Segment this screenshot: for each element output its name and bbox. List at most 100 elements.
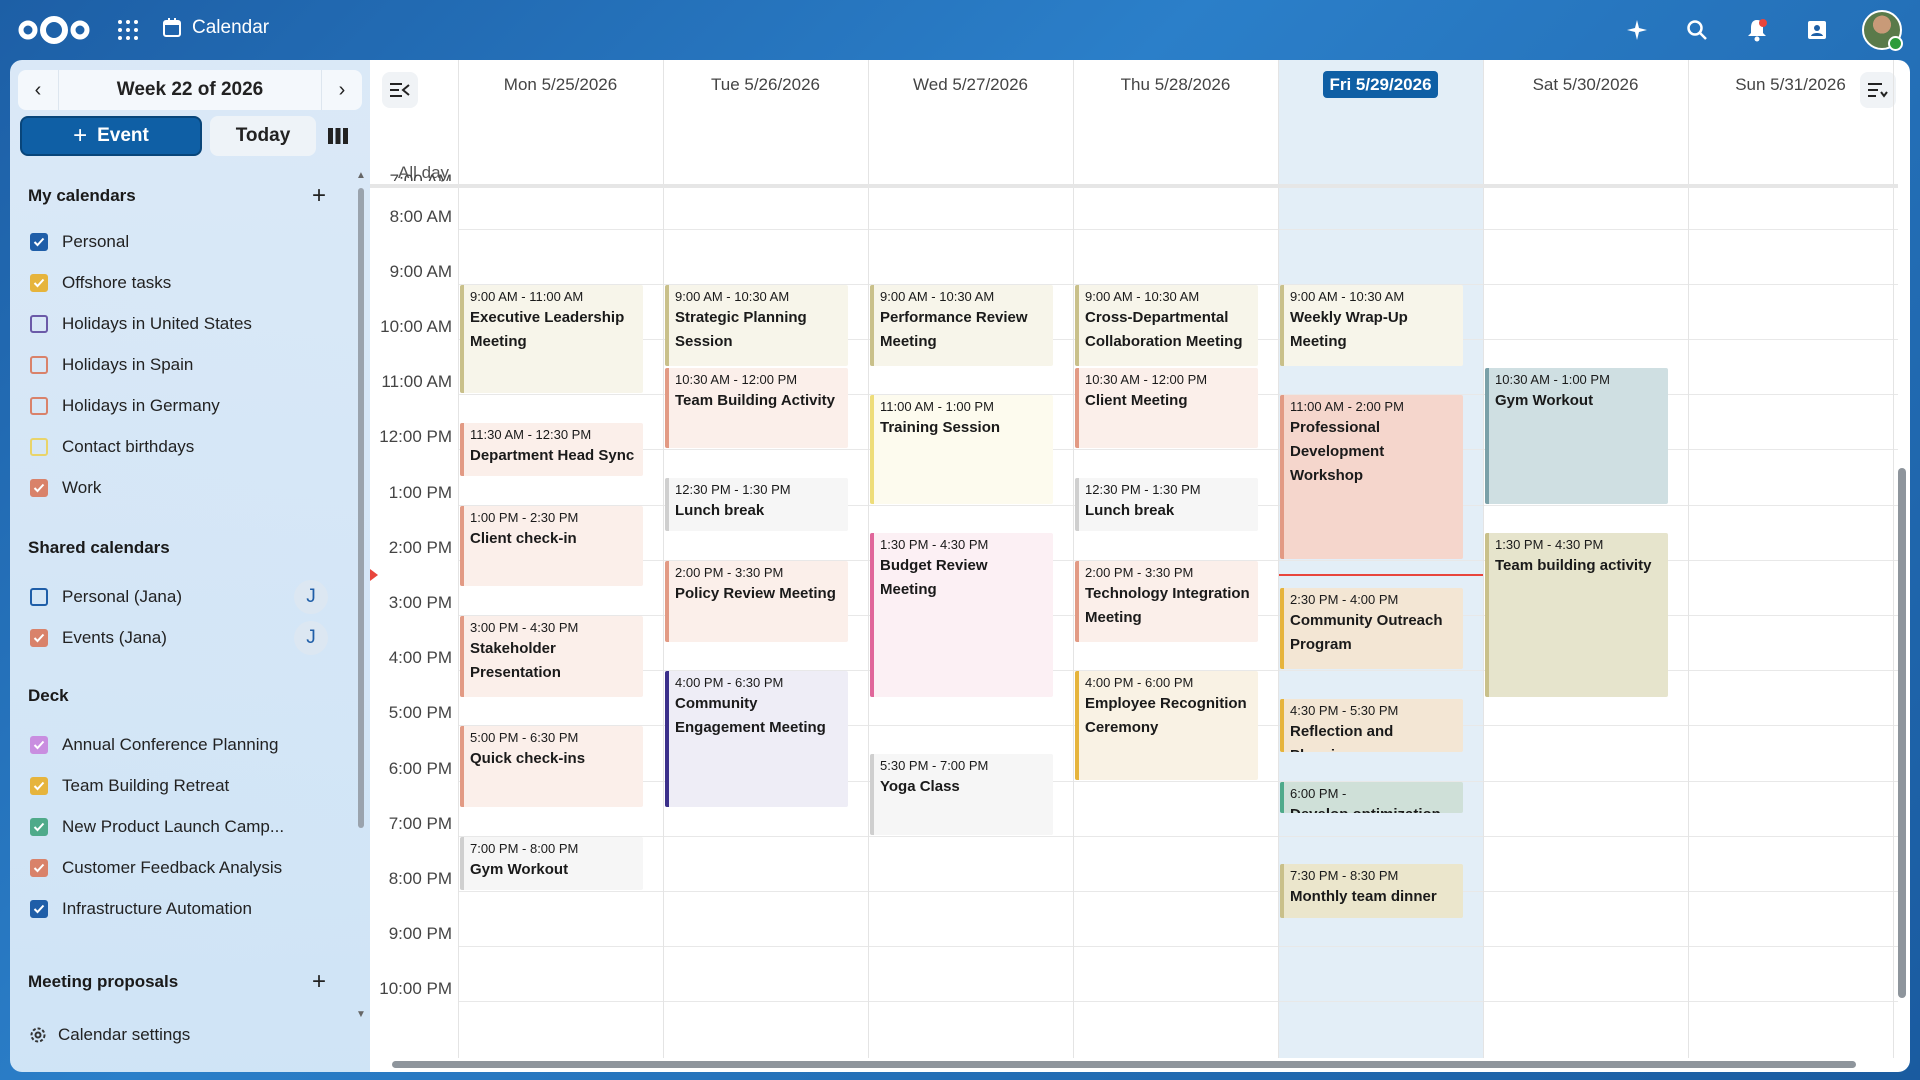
new-event-button[interactable]: + Event xyxy=(20,116,202,156)
checkbox[interactable] xyxy=(30,900,48,918)
today-button[interactable]: Today xyxy=(210,116,316,156)
deck-item-annual-conference-planning[interactable]: Annual Conference Planning xyxy=(30,730,278,760)
event-monthly-team-dinner[interactable]: 7:30 PM - 8:30 PM Monthly team dinner xyxy=(1280,864,1463,918)
previous-week-button[interactable]: ‹ xyxy=(18,70,58,110)
checkbox[interactable] xyxy=(30,438,48,456)
event-department-head-sync[interactable]: 11:30 AM - 12:30 PM Department Head Sync xyxy=(460,422,643,477)
event-performance-review-meeting[interactable]: 9:00 AM - 10:30 AM Performance Review Mee… xyxy=(870,284,1053,366)
event-employee-recognition-ceremony[interactable]: 4:00 PM - 6:00 PM Employee Recognition Ce… xyxy=(1075,671,1258,780)
nextcloud-logo-icon[interactable] xyxy=(16,12,92,48)
event-community-engagement-meeting[interactable]: 4:00 PM - 6:30 PM Community Engagement Me… xyxy=(665,671,848,808)
event-lunch-break[interactable]: 12:30 PM - 1:30 PM Lunch break xyxy=(1075,478,1258,532)
shared-owner-avatar[interactable]: J xyxy=(294,580,328,614)
event-strategic-planning-session[interactable]: 9:00 AM - 10:30 AM Strategic Planning Ses… xyxy=(665,284,848,366)
time-grid[interactable]: 8:00 AM 9:00 AM 10:00 AM 11:00 AM 12:00 PM 1:… xyxy=(370,171,1898,1058)
event-lunch-break[interactable]: 12:30 PM - 1:30 PM Lunch break xyxy=(665,478,848,532)
toggle-sidebar-button[interactable] xyxy=(382,72,418,108)
event-community-outreach-program[interactable]: 2:30 PM - 4:00 PM Community Outreach Prog… xyxy=(1280,588,1463,670)
sidebar-scrollbar[interactable]: ▲ ▼ xyxy=(356,170,366,1020)
event-weekly-wrap-up-meeting[interactable]: 9:00 AM - 10:30 AM Weekly Wrap-Up Meeting xyxy=(1280,284,1463,366)
event-stakeholder-presentation[interactable]: 3:00 PM - 4:30 PM Stakeholder Presentatio… xyxy=(460,616,643,697)
checkbox[interactable] xyxy=(30,818,48,836)
scroll-down-icon[interactable]: ▼ xyxy=(356,1009,366,1020)
deck-item-infrastructure-automation[interactable]: Infrastructure Automation xyxy=(30,894,252,924)
app-title[interactable]: Calendar xyxy=(162,17,269,39)
shared-calendar-item-events-jana[interactable]: Events (Jana) xyxy=(30,623,167,653)
deck-heading[interactable]: Deck xyxy=(28,686,69,706)
checkbox[interactable] xyxy=(30,479,48,497)
checkbox[interactable] xyxy=(30,859,48,877)
checkbox[interactable] xyxy=(30,588,48,606)
time-label: 2:00 PM xyxy=(388,537,452,557)
checkbox[interactable] xyxy=(30,233,48,251)
my-calendar-item-contact-birthdays[interactable]: Contact birthdays xyxy=(30,432,194,462)
add-calendar-button[interactable]: + xyxy=(312,184,326,208)
day-header-0[interactable]: Mon 5/25/2026 xyxy=(458,60,663,110)
my-calendar-item-offshore-tasks[interactable]: Offshore tasks xyxy=(30,268,171,298)
calendar-settings-button[interactable]: Calendar settings xyxy=(28,1025,190,1045)
calendar-horizontal-scrollbar[interactable] xyxy=(374,1058,1894,1070)
event-team-building-activity[interactable]: 10:30 AM - 12:00 PM Team Building Activit… xyxy=(665,367,848,449)
event-technology-integration-meeting[interactable]: 2:00 PM - 3:30 PM Technology Integration … xyxy=(1075,560,1258,642)
next-week-button[interactable]: › xyxy=(322,70,362,110)
checkbox[interactable] xyxy=(30,356,48,374)
event-client-meeting[interactable]: 10:30 AM - 12:00 PM Client Meeting xyxy=(1075,367,1258,449)
checkbox[interactable] xyxy=(30,397,48,415)
event-budget-review-meeting[interactable]: 1:30 PM - 4:30 PM Budget Review Meeting xyxy=(870,533,1053,697)
shared-owner-avatar[interactable]: J xyxy=(294,621,328,655)
day-header-1[interactable]: Tue 5/26/2026 xyxy=(663,60,868,110)
my-calendar-item-holidays-in-united-states[interactable]: Holidays in United States xyxy=(30,309,252,339)
week-label[interactable]: Week 22 of 2026 xyxy=(58,70,322,110)
scroll-up-icon[interactable]: ▲ xyxy=(356,170,366,181)
day-header-4[interactable]: Fri 5/29/2026 xyxy=(1278,60,1483,110)
event-gym-workout[interactable]: 7:00 PM - 8:00 PM Gym Workout xyxy=(460,836,643,891)
day-header-5[interactable]: Sat 5/30/2026 xyxy=(1483,60,1688,110)
event-policy-review-meeting[interactable]: 2:00 PM - 3:30 PM Policy Review Meeting xyxy=(665,560,848,642)
my-calendars-heading[interactable]: My calendars xyxy=(28,186,136,206)
deck-item-new-product-launch-camp[interactable]: New Product Launch Camp... xyxy=(30,812,284,842)
deck-item-label: Team Building Retreat xyxy=(62,776,230,795)
deck-item-customer-feedback-analysis[interactable]: Customer Feedback Analysis xyxy=(30,853,282,883)
day-header-2[interactable]: Wed 5/27/2026 xyxy=(868,60,1073,110)
event-training-session[interactable]: 11:00 AM - 1:00 PM Training Session xyxy=(870,395,1053,504)
my-calendar-item-personal[interactable]: Personal xyxy=(30,227,129,257)
event-team-building-activity[interactable]: 1:30 PM - 4:30 PM Team building activity xyxy=(1485,533,1668,697)
event-reflection-and-planning[interactable]: 4:30 PM - 5:30 PM Reflection and Planning xyxy=(1280,698,1463,753)
notifications-bell-icon[interactable] xyxy=(1742,15,1772,45)
event-client-check-in[interactable]: 1:00 PM - 2:30 PM Client check-in xyxy=(460,505,643,587)
search-icon[interactable] xyxy=(1682,15,1712,45)
event-executive-leadership-meeting[interactable]: 9:00 AM - 11:00 AM Executive Leadership M… xyxy=(460,284,643,394)
add-meeting-proposal-button[interactable]: + xyxy=(312,970,326,994)
calendar-vertical-scrollbar[interactable] xyxy=(1896,190,1908,1058)
assistant-sparkle-icon[interactable] xyxy=(1622,15,1652,45)
event-time: 9:00 AM - 11:00 AM xyxy=(470,288,584,304)
event-yoga-class[interactable]: 5:30 PM - 7:00 PM Yoga Class xyxy=(870,754,1053,835)
shared-calendar-item-personal-jana[interactable]: Personal (Jana) xyxy=(30,582,182,612)
shared-calendars-heading[interactable]: Shared calendars xyxy=(28,538,170,558)
vertical-scroll-thumb[interactable] xyxy=(1898,468,1906,998)
sidebar-scroll-thumb[interactable] xyxy=(358,188,364,828)
checkbox[interactable] xyxy=(30,315,48,333)
event-gym-workout[interactable]: 10:30 AM - 1:00 PM Gym Workout xyxy=(1485,367,1668,504)
view-columns-icon[interactable] xyxy=(326,124,350,148)
day-header-6[interactable]: Sun 5/31/2026 xyxy=(1688,60,1893,110)
checkbox[interactable] xyxy=(30,777,48,795)
my-calendar-item-holidays-in-spain[interactable]: Holidays in Spain xyxy=(30,350,193,380)
event-develop-optimization[interactable]: 6:00 PM - Develop optimization xyxy=(1280,781,1463,813)
horizontal-scroll-thumb[interactable] xyxy=(392,1061,1856,1068)
event-time: 2:30 PM - 4:00 PM xyxy=(1290,592,1399,608)
event-professional-development-workshop[interactable]: 11:00 AM - 2:00 PM Professional Developme… xyxy=(1280,395,1463,559)
my-calendar-item-holidays-in-germany[interactable]: Holidays in Germany xyxy=(30,391,220,421)
user-avatar[interactable] xyxy=(1862,10,1903,51)
checkbox[interactable] xyxy=(30,629,48,647)
deck-item-team-building-retreat[interactable]: Team Building Retreat xyxy=(30,771,229,801)
event-quick-check-ins[interactable]: 5:00 PM - 6:30 PM Quick check-ins xyxy=(460,726,643,808)
meeting-proposals-heading[interactable]: Meeting proposals xyxy=(28,972,178,992)
my-calendar-item-work[interactable]: Work xyxy=(30,473,101,503)
apps-grid-icon[interactable] xyxy=(116,18,140,42)
event-cross-departmental-collaboration-meeting[interactable]: 9:00 AM - 10:30 AM Cross-Departmental Col… xyxy=(1075,284,1258,366)
checkbox[interactable] xyxy=(30,736,48,754)
day-header-3[interactable]: Thu 5/28/2026 xyxy=(1073,60,1278,110)
checkbox[interactable] xyxy=(30,274,48,292)
contacts-icon[interactable] xyxy=(1802,15,1832,45)
